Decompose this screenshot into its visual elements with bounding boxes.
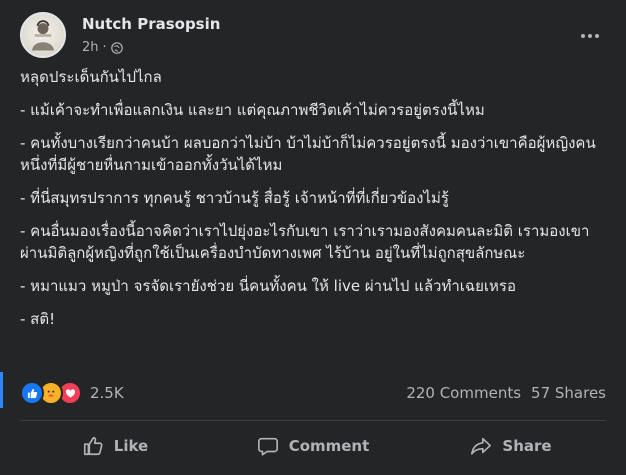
post-paragraph: - แม้เค้าจะทำเพื่อแลกเงิน และยา แต่คุณภา… [20, 101, 485, 119]
avatar[interactable] [20, 12, 66, 58]
like-icon [82, 435, 104, 457]
post-body: หลุดประเด็นกันไปไกล - แม้เค้าจะทำเพื่อแล… [20, 66, 606, 341]
post-meta: 2h · [82, 40, 123, 55]
comment-label: Comment [288, 437, 370, 455]
shares-count[interactable]: 57 Shares [531, 384, 606, 402]
like-label: Like [113, 437, 149, 455]
post-paragraph: - ที่นี่สมุทรปราการ ทุกคนรู้ ชาวบ้านรู้ … [20, 189, 449, 207]
reactions-summary[interactable]: 2.5K [20, 381, 124, 405]
author-name[interactable]: Nutch Prasopsin [82, 15, 220, 33]
post-paragraph: - หมาแมว หมูป่า จรจัดเรายังช่วย นี่คนทั้… [20, 277, 516, 295]
post-actions: Like Comment Share [16, 424, 610, 468]
post-paragraph: - คนอื่นมองเรื่องนี้อาจคิดว่าเราไปยุ่งอะ… [20, 222, 590, 262]
comment-button[interactable]: Comment [214, 424, 412, 468]
share-label: Share [502, 437, 552, 455]
more-dot [588, 34, 592, 38]
share-button[interactable]: Share [412, 424, 610, 468]
focus-accent-bar [0, 372, 3, 408]
more-dot [581, 34, 585, 38]
globe-icon[interactable] [110, 41, 123, 54]
post-stats: 2.5K 220 Comments 57 Shares [20, 380, 606, 406]
actions-divider [20, 420, 606, 421]
meta-separator: · [102, 40, 107, 55]
facebook-post: Nutch Prasopsin 2h · หลุดประเด็นกันไปไกล… [0, 0, 626, 475]
post-time[interactable]: 2h [82, 40, 99, 55]
more-dot [595, 34, 599, 38]
more-horizontal-icon[interactable] [574, 20, 606, 52]
post-paragraph: - คนทั้งบางเรียกว่าคนบ้า ผลบอกว่าไม่บ้า … [20, 134, 596, 174]
like-reaction-icon [20, 381, 44, 405]
post-header: Nutch Prasopsin 2h · [20, 12, 610, 60]
share-icon [470, 435, 492, 457]
post-paragraph: - สติ! [20, 310, 56, 328]
like-button[interactable]: Like [16, 424, 214, 468]
engagement-counts: 220 Comments 57 Shares [406, 384, 606, 402]
reaction-count[interactable]: 2.5K [90, 384, 124, 402]
post-paragraph: หลุดประเด็นกันไปไกล [20, 68, 162, 86]
comment-icon [257, 435, 279, 457]
comments-count[interactable]: 220 Comments [406, 384, 521, 402]
